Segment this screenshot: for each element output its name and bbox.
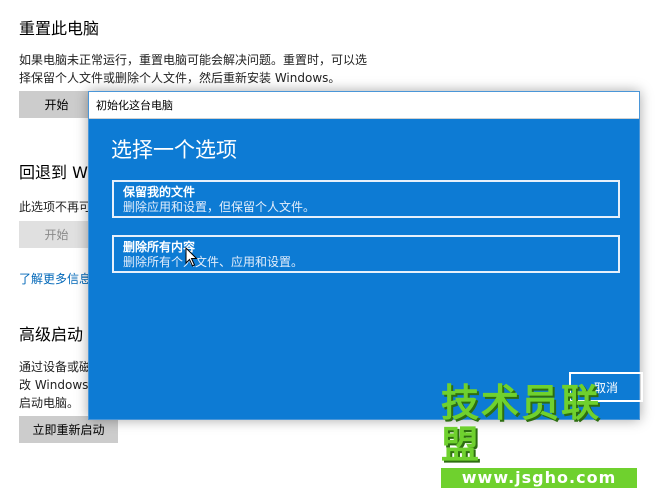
go-back-start-button[interactable]: 开始 <box>19 221 94 248</box>
reset-pc-description: 如果电脑未正常运行，重置电脑可能会解决问题。重置时，可以选 择保留个人文件或删除… <box>19 51 367 87</box>
reset-pc-title: 重置此电脑 <box>19 19 100 38</box>
reset-pc-dialog: 初始化这台电脑 选择一个选项 保留我的文件 删除应用和设置，但保留个人文件。 删… <box>88 91 643 420</box>
advanced-line2: 改 Windows <box>19 378 89 392</box>
dialog-heading: 选择一个选项 <box>111 138 237 162</box>
advanced-line1: 通过设备或磁 <box>19 360 92 374</box>
watermark: 技术员联盟 www.jsgho.com <box>441 382 637 488</box>
restart-now-button[interactable]: 立即重新启动 <box>19 416 118 443</box>
option-keep-description: 删除应用和设置，但保留个人文件。 <box>123 200 316 214</box>
advanced-line3: 启动电脑。 <box>19 396 80 410</box>
option-keep-title: 保留我的文件 <box>123 185 196 199</box>
advanced-startup-description: 通过设备或磁 改 Windows 启动电脑。 <box>19 358 91 412</box>
option-keep-my-files[interactable]: 保留我的文件 删除应用和设置，但保留个人文件。 <box>112 180 620 218</box>
reset-pc-line2: 择保留个人文件或删除个人文件，然后重新安装 Windows。 <box>19 71 341 85</box>
learn-more-link[interactable]: 了解更多信息 <box>19 270 91 287</box>
reset-start-button[interactable]: 开始 <box>19 91 94 118</box>
advanced-startup-title: 高级启动 <box>19 325 84 344</box>
go-back-description: 此选项不再可 <box>19 200 92 214</box>
go-back-title: 回退到 W <box>19 163 88 182</box>
dialog-titlebar: 初始化这台电脑 <box>89 92 639 119</box>
dialog-title: 初始化这台电脑 <box>96 99 173 112</box>
watermark-brand: 技术员联盟 <box>441 381 602 467</box>
watermark-url: www.jsgho.com <box>441 468 637 488</box>
reset-pc-line1: 如果电脑未正常运行，重置电脑可能会解决问题。重置时，可以选 <box>19 53 368 67</box>
mouse-pointer-icon <box>185 247 198 267</box>
